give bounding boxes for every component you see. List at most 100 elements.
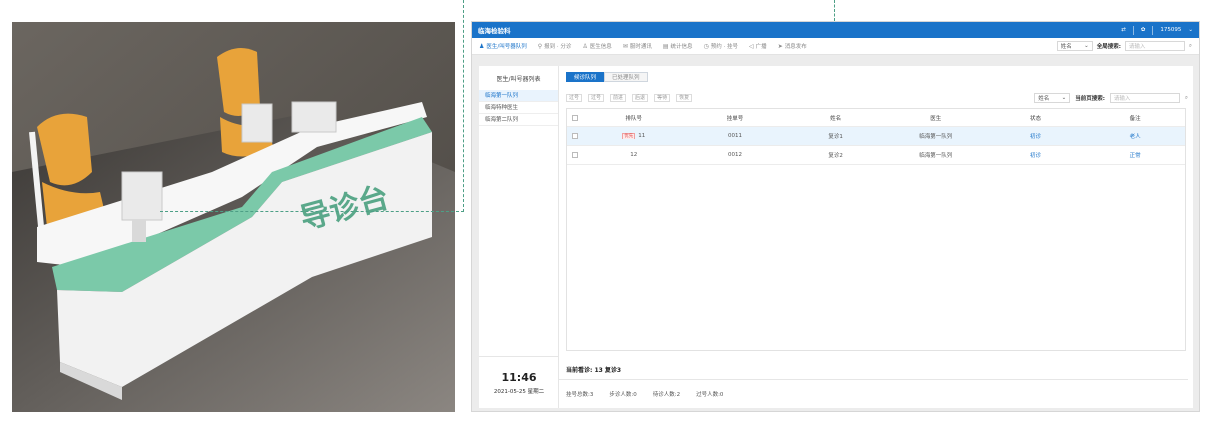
registration-number: 0011 xyxy=(727,133,742,139)
wait-button[interactable]: 等待 xyxy=(654,94,671,102)
select-value: 姓名 xyxy=(1060,44,1072,50)
sidebar-title: 医生/叫号器列表 xyxy=(496,76,541,83)
select-all-cell xyxy=(567,114,583,121)
pin-icon: ⚲ xyxy=(537,42,543,50)
forward-button[interactable]: 前进 xyxy=(610,94,627,102)
gear-icon[interactable]: ✿ xyxy=(1141,27,1146,33)
tab-processed-queue[interactable]: 已处理队列 xyxy=(604,72,648,82)
app-title: 临海检验科 xyxy=(478,27,511,35)
clock: 11:46 2021-05-25 星期二 xyxy=(479,356,559,408)
clock-time: 11:46 xyxy=(501,371,537,384)
global-search-input[interactable]: 请输入 xyxy=(1124,41,1185,51)
queue-table: 排队号 挂单号 姓名 医生 状态 备注 优先 11 0011 复诊1 临海第一队列… xyxy=(566,108,1186,351)
action-bar: 过号 过号 前进 后退 等待 恢复 姓名 ⌄ 当前页搜索: 请输入 ⌕ xyxy=(566,93,1188,103)
patient-name: 复诊2 xyxy=(828,153,843,159)
row-checkbox[interactable] xyxy=(571,133,578,139)
divider xyxy=(1132,25,1134,35)
nav-item-broadcast[interactable]: ◁ 广播 xyxy=(749,42,767,51)
sidebar: 医生/叫号器列表 临海第一队列 临海特种医生 临海第二队列 11:46 2021… xyxy=(479,66,559,408)
col-queue-number[interactable]: 排队号 xyxy=(583,114,685,122)
nav-item-stats[interactable]: ▤ 统计信息 xyxy=(662,42,693,51)
col-status[interactable]: 状态 xyxy=(986,114,1086,122)
nav-label: 医生信息 xyxy=(589,44,612,50)
nav-label: 广播 xyxy=(755,44,767,50)
swap-icon[interactable]: ⇄ xyxy=(1121,27,1126,33)
chevron-down-icon: ⌄ xyxy=(1061,95,1067,101)
doctor-name: 临海第一队列 xyxy=(919,153,953,159)
clock-date: 2021-05-25 星期二 xyxy=(493,389,545,395)
col-note[interactable]: 备注 xyxy=(1085,114,1185,122)
nav-label: 统计信息 xyxy=(670,44,693,50)
content-panel: 医生/叫号器列表 临海第一队列 临海特种医生 临海第二队列 11:46 2021… xyxy=(479,66,1193,408)
placeholder: 请输入 xyxy=(1113,96,1131,102)
title-bar: 临海检验科 ⇄ ✿ 175095 ⌄ xyxy=(472,22,1199,38)
app-window: 临海检验科 ⇄ ✿ 175095 ⌄ ♟ 医生/叫号器队列 ⚲ 报到 · 分诊 ♙ 医… xyxy=(471,21,1200,412)
stat-passed: 过号人数:0 xyxy=(696,392,724,398)
nav-item-triage[interactable]: ⚲ 报到 · 分诊 xyxy=(537,42,572,51)
sidebar-item-queue-1[interactable]: 临海第一队列 xyxy=(479,90,558,102)
table-header: 排队号 挂单号 姓名 医生 状态 备注 xyxy=(567,109,1185,127)
nav-item-doctor-info[interactable]: ♙ 医生信息 xyxy=(582,42,612,51)
back-button[interactable]: 后退 xyxy=(632,94,649,102)
doctor-icon: ♙ xyxy=(582,42,588,50)
sidebar-item-special-doctor[interactable]: 临海特种医生 xyxy=(479,102,558,114)
row-checkbox[interactable] xyxy=(571,152,578,158)
global-search-label: 全局搜索: xyxy=(1096,44,1121,50)
nav-item-publish[interactable]: ➤ 消息发布 xyxy=(778,42,807,51)
pass-button-2[interactable]: 过号 xyxy=(588,94,605,102)
stats-bar: 挂号总数:3 步诊人数:0 待诊人数:2 过号人数:0 xyxy=(559,379,1188,408)
page-search-label: 当前页搜索: xyxy=(1075,96,1105,102)
stat-waiting: 待诊人数:2 xyxy=(652,392,681,398)
speaker-icon: ◁ xyxy=(749,42,754,50)
stat-walk-in: 步诊人数:0 xyxy=(609,392,637,398)
restore-button[interactable]: 恢复 xyxy=(676,94,693,102)
chevron-down-icon[interactable]: ⌄ xyxy=(1188,27,1193,33)
table-row[interactable]: 优先 11 0011 复诊1 临海第一队列 初诊 老人 xyxy=(567,127,1185,146)
nav-item-chat[interactable]: ✉ 服时通讯 xyxy=(622,42,652,51)
user-id[interactable]: 175095 xyxy=(1160,27,1181,33)
sidebar-item-queue-2[interactable]: 临海第二队列 xyxy=(479,114,558,126)
current-visit-summary: 当前看诊: 13 复诊3 xyxy=(566,367,622,374)
user-icon: ♟ xyxy=(479,42,485,50)
stat-total-registered: 挂号总数:3 xyxy=(566,392,594,398)
status-text: 初诊 xyxy=(1029,153,1041,159)
leader-line-vertical-1 xyxy=(463,0,464,212)
queue-number-cell: 优先 11 xyxy=(583,133,685,139)
nav-bar: ♟ 医生/叫号器队列 ⚲ 报到 · 分诊 ♙ 医生信息 ✉ 服时通讯 ▤ 统计信息 ◷ 预约… xyxy=(472,38,1199,55)
select-all-checkbox[interactable] xyxy=(571,114,578,121)
col-registration-number[interactable]: 挂单号 xyxy=(685,114,786,122)
queue-number: 11 xyxy=(638,133,646,139)
col-name[interactable]: 姓名 xyxy=(785,114,886,122)
leader-line-horizontal xyxy=(160,211,464,212)
nav-item-appointment[interactable]: ◷ 预约 · 挂号 xyxy=(704,42,739,51)
chevron-down-icon: ⌄ xyxy=(1084,43,1089,49)
col-doctor[interactable]: 医生 xyxy=(886,114,986,122)
chat-icon: ✉ xyxy=(622,42,628,50)
search-icon[interactable]: ⌕ xyxy=(1185,95,1188,102)
queue-number: 12 xyxy=(630,152,638,158)
nav-label: 预约 · 挂号 xyxy=(710,44,739,50)
status-text: 初诊 xyxy=(1029,134,1041,140)
global-search-field-select[interactable]: 姓名 ⌄ xyxy=(1056,41,1093,51)
page-search-input[interactable]: 请输入 xyxy=(1109,93,1180,103)
main-area: 候诊队列 已处理队列 过号 过号 前进 后退 等待 恢复 姓名 ⌄ 当前页搜索: … xyxy=(559,66,1188,408)
search-icon[interactable]: ⌕ xyxy=(1189,43,1192,50)
nav-label: 报到 · 分诊 xyxy=(544,44,572,50)
patient-name: 复诊1 xyxy=(828,134,843,140)
note-text: 正常 xyxy=(1129,153,1141,159)
reception-desk-photo: 导诊台 xyxy=(12,22,455,412)
select-value: 姓名 xyxy=(1038,96,1050,102)
pass-button[interactable]: 过号 xyxy=(566,94,583,102)
chart-icon: ▤ xyxy=(662,42,669,50)
nav-item-queue[interactable]: ♟ 医生/叫号器队列 xyxy=(479,42,527,51)
priority-tag: 优先 xyxy=(622,133,636,139)
page-search-field-select[interactable]: 姓名 ⌄ xyxy=(1034,93,1071,103)
nav-label: 医生/叫号器队列 xyxy=(486,44,527,50)
row-select-cell xyxy=(567,152,583,158)
tab-waiting-queue[interactable]: 候诊队列 xyxy=(566,72,605,82)
note-text: 老人 xyxy=(1129,134,1141,140)
table-row[interactable]: 12 0012 复诊2 临海第一队列 初诊 正常 xyxy=(567,146,1185,165)
tabs: 候诊队列 已处理队列 xyxy=(566,72,1188,82)
doctor-name: 临海第一队列 xyxy=(919,134,953,140)
nav-label: 消息发布 xyxy=(784,44,807,50)
